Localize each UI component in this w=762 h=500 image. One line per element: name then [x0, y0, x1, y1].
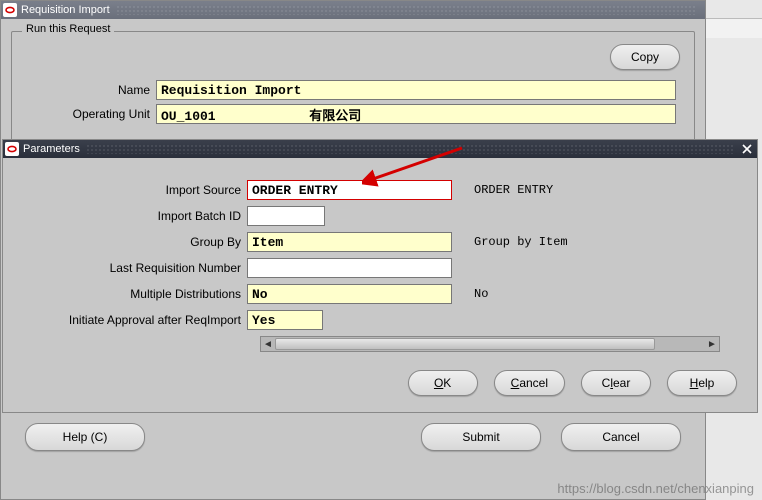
operating-unit-field[interactable] — [156, 104, 676, 124]
cancel-button[interactable]: Cancel — [494, 370, 565, 396]
title-decoration — [86, 144, 733, 154]
group-by-label: Group By — [15, 235, 247, 249]
import-source-label: Import Source — [15, 183, 247, 197]
last-req-field[interactable] — [247, 258, 452, 278]
parameters-dialog: Parameters Import Source ORDER ENTRY Imp… — [2, 139, 758, 413]
dialog-body: Import Source ORDER ENTRY Import Batch I… — [3, 158, 757, 412]
group-legend: Run this Request — [22, 23, 114, 35]
ou-label: Operating Unit — [26, 107, 156, 121]
help-button[interactable]: Help (C) — [25, 423, 145, 451]
group-by-field[interactable] — [247, 232, 452, 252]
multi-dist-field[interactable] — [247, 284, 452, 304]
import-batch-field[interactable] — [247, 206, 325, 226]
ok-button[interactable]: OK — [408, 370, 478, 396]
init-approval-field[interactable] — [247, 310, 323, 330]
scroll-left-icon[interactable]: ◄ — [261, 337, 275, 351]
title-text: Parameters — [23, 143, 80, 155]
last-req-label: Last Requisition Number — [15, 261, 247, 275]
title-decoration — [116, 5, 697, 15]
submit-button[interactable]: Submit — [421, 423, 541, 451]
background-strip — [706, 18, 762, 38]
scrollbar-thumb[interactable] — [275, 338, 655, 350]
horizontal-scrollbar[interactable]: ◄ ► — [260, 336, 720, 352]
scroll-right-icon[interactable]: ► — [705, 337, 719, 351]
copy-button[interactable]: Copy — [610, 44, 680, 70]
title-text: Requisition Import — [21, 4, 110, 16]
name-label: Name — [26, 83, 156, 97]
name-field[interactable] — [156, 80, 676, 100]
init-approval-label: Initiate Approval after ReqImport — [15, 313, 247, 327]
import-source-desc: ORDER ENTRY — [474, 183, 553, 197]
clear-button[interactable]: Clear — [581, 370, 651, 396]
cancel-button[interactable]: Cancel — [561, 423, 681, 451]
oracle-icon — [3, 3, 17, 17]
multi-dist-desc: No — [474, 287, 488, 301]
titlebar: Requisition Import — [1, 1, 705, 19]
group-by-desc: Group by Item — [474, 235, 568, 249]
titlebar: Parameters — [3, 140, 757, 158]
import-source-field[interactable] — [247, 180, 452, 200]
multi-dist-label: Multiple Distributions — [15, 287, 247, 301]
oracle-icon — [5, 142, 19, 156]
help-button[interactable]: Help — [667, 370, 737, 396]
watermark: https://blog.csdn.net/chenxianping — [557, 481, 754, 496]
import-batch-label: Import Batch ID — [15, 209, 247, 223]
close-icon[interactable] — [739, 142, 755, 156]
